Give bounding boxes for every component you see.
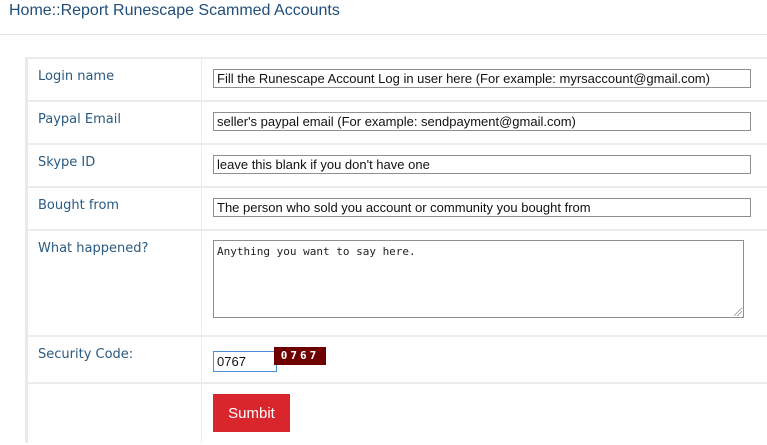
what-happened-label: What happened?: [38, 241, 149, 256]
paypal-email-input[interactable]: seller's paypal email (For example: send…: [213, 112, 751, 131]
skype-id-input[interactable]: leave this blank if you don't have one: [213, 155, 751, 174]
skype-id-label: Skype ID: [38, 155, 96, 170]
paypal-email-label: Paypal Email: [38, 112, 121, 127]
captcha-image: 0767: [274, 347, 326, 365]
report-form: Login name Paypal Email Skype ID Bought …: [25, 57, 767, 443]
header-divider: [0, 34, 767, 35]
security-code-input[interactable]: 0767: [213, 351, 277, 372]
breadcrumb: Home::Report Runescape Scammed Accounts: [9, 2, 340, 19]
login-name-input[interactable]: Fill the Runescape Account Log in user h…: [213, 69, 751, 88]
column-divider: [201, 57, 202, 443]
bought-from-input[interactable]: The person who sold you account or commu…: [213, 198, 751, 217]
security-code-label: Security Code:: [38, 347, 134, 362]
login-name-label: Login name: [38, 69, 115, 84]
what-happened-textarea[interactable]: Anything you want to say here.: [213, 240, 744, 318]
row-security-code: [28, 335, 767, 383]
what-happened-text: Anything you want to say here.: [217, 245, 416, 258]
row-submit: [28, 382, 767, 445]
bought-from-label: Bought from: [38, 198, 120, 213]
resize-handle-icon[interactable]: [734, 308, 742, 316]
submit-button[interactable]: Sumbit: [213, 394, 290, 432]
